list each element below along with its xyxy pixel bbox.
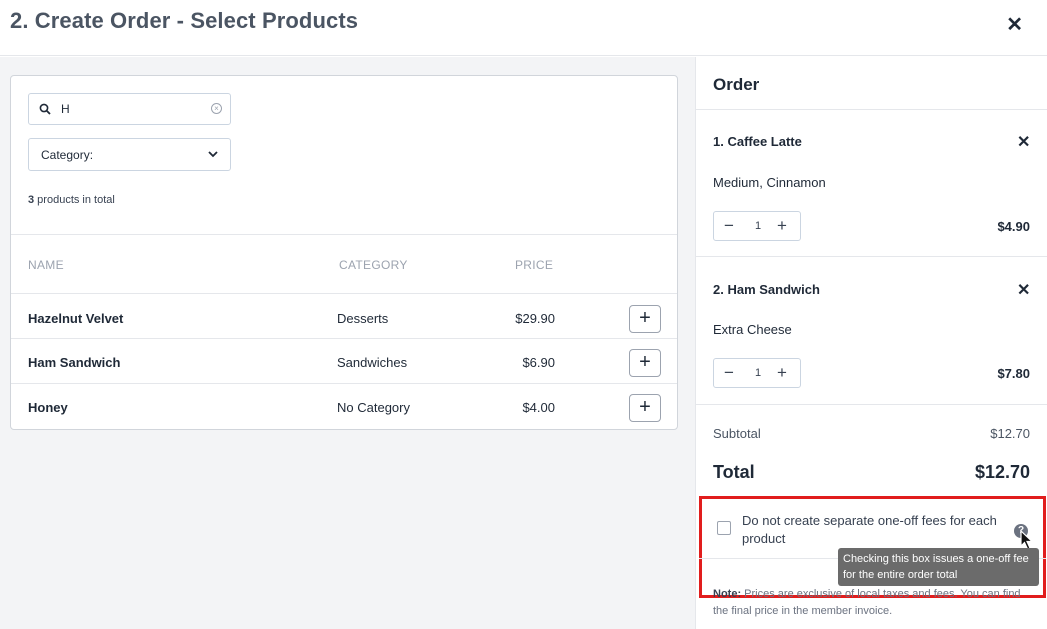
divider [11,293,677,294]
order-title: Order [713,75,760,94]
add-product-button[interactable]: + [629,349,661,377]
order-item-options: Medium, Cinnamon [713,175,826,190]
decrease-quantity-button[interactable]: − [724,216,734,236]
chevron-down-icon [208,151,218,158]
clear-search-icon[interactable]: × [211,103,222,114]
product-category: Sandwiches [337,355,408,370]
column-header-price: PRICE [515,258,554,272]
total-label: Total [713,462,755,482]
product-picker-card: H × Category: 3 products in total NAME C… [10,75,678,430]
close-modal-button[interactable]: ✕ [1006,12,1023,37]
divider [696,256,1047,257]
subtotal-label: Subtotal [713,426,761,441]
search-value: H [61,102,70,116]
column-header-name: NAME [28,258,64,272]
order-item-name: 2. Ham Sandwich [713,282,820,297]
increase-quantity-button[interactable]: + [777,363,787,383]
search-input[interactable]: H × [28,93,231,125]
divider [11,234,677,235]
modal-header: 2. Create Order - Select Products ✕ [0,0,1047,56]
search-icon [39,103,51,115]
product-name: Ham Sandwich [28,355,121,370]
product-category: Desserts [337,311,389,326]
increase-quantity-button[interactable]: + [777,216,787,236]
column-header-category: CATEGORY [339,258,408,272]
separate-fees-checkbox[interactable] [717,521,731,535]
product-price: $6.90 [522,355,555,370]
order-item-name: 1. Caffee Latte [713,134,802,149]
quantity-value[interactable]: 1 [755,367,761,379]
product-count: 3 products in total [28,194,115,206]
add-product-button[interactable]: + [629,394,661,422]
quantity-stepper: − 1 + [713,358,801,388]
divider [696,404,1047,405]
product-price: $4.00 [522,400,555,415]
total-value: $12.70 [974,462,1030,482]
product-category: No Category [337,400,410,415]
help-tooltip: Checking this box issues a one-off fee f… [838,548,1039,586]
category-select-label: Category: [41,148,94,162]
add-product-button[interactable]: + [629,305,661,333]
remove-item-button[interactable]: ✕ [1017,280,1030,300]
divider [11,383,677,384]
order-item-price: $7.80 [997,366,1030,381]
quantity-value[interactable]: 1 [755,220,761,232]
note-text: Prices are exclusive of local taxes and … [713,588,1021,617]
divider [696,109,1047,110]
decrease-quantity-button[interactable]: − [724,363,734,383]
divider [11,338,677,339]
remove-item-button[interactable]: ✕ [1017,132,1030,152]
subtotal-value: $12.70 [990,426,1030,441]
pricing-note: Note: Prices are exclusive of local taxe… [713,586,1035,620]
product-name: Hazelnut Velvet [28,311,124,326]
product-name: Honey [28,400,68,415]
mouse-cursor-icon [1020,530,1034,550]
separate-fees-label[interactable]: Do not create separate one-off fees for … [742,512,1002,548]
category-select[interactable]: Category: [28,138,231,171]
page-title: 2. Create Order - Select Products [10,8,359,33]
order-item-options: Extra Cheese [713,322,792,337]
quantity-stepper: − 1 + [713,211,801,241]
product-price: $29.90 [515,311,555,326]
order-item-price: $4.90 [997,219,1030,234]
note-label: Note: [713,588,742,600]
product-count-text: products in total [34,194,115,206]
